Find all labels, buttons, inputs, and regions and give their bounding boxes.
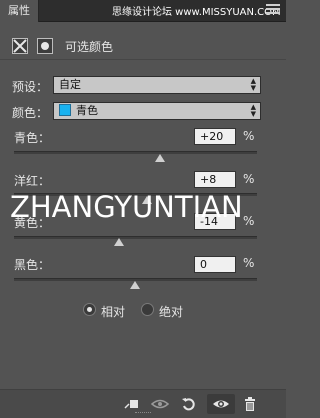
tab-properties[interactable]: 属性 bbox=[0, 0, 39, 22]
slider-label-cyan: 青色： bbox=[14, 131, 51, 145]
adjustment-header: 可选颜色 bbox=[0, 30, 286, 60]
cyan-percent: % bbox=[243, 129, 255, 143]
adjustment-title: 可选颜色 bbox=[65, 40, 114, 54]
view-previous-icon[interactable] bbox=[150, 396, 170, 412]
yellow-slider-thumb[interactable] bbox=[114, 238, 124, 246]
black-percent: % bbox=[243, 256, 255, 270]
colors-value: 青色 bbox=[76, 104, 98, 117]
clip-to-layer-icon[interactable] bbox=[124, 396, 140, 412]
selective-color-icon bbox=[12, 38, 28, 54]
preset-value: 自定 bbox=[59, 78, 81, 91]
magenta-value-input[interactable]: +8 bbox=[194, 171, 236, 188]
relative-label: 相对 bbox=[101, 305, 126, 319]
reset-icon[interactable] bbox=[181, 396, 197, 412]
slider-label-magenta: 洋红： bbox=[14, 174, 51, 188]
colors-dropdown[interactable]: 青色 ▲ ▼ bbox=[53, 102, 261, 120]
dropdown-arrows-icon: ▲ ▼ bbox=[250, 103, 256, 118]
black-slider-thumb[interactable] bbox=[130, 281, 140, 289]
resize-grip[interactable] bbox=[135, 412, 151, 416]
colors-label: 颜色： bbox=[12, 106, 49, 120]
cyan-slider-track[interactable] bbox=[14, 151, 257, 154]
yellow-percent: % bbox=[243, 214, 255, 228]
magenta-percent: % bbox=[243, 172, 255, 186]
watermark-top: 思缘设计论坛 www.MISSYUAN.COM bbox=[112, 7, 281, 18]
relative-radio[interactable] bbox=[83, 303, 96, 316]
absolute-label: 绝对 bbox=[159, 305, 184, 319]
absolute-radio[interactable] bbox=[141, 303, 154, 316]
panel-tab-bar: 属性 思缘设计论坛 www.MISSYUAN.COM bbox=[0, 0, 286, 22]
yellow-slider-track[interactable] bbox=[14, 236, 257, 239]
cyan-slider-thumb[interactable] bbox=[155, 154, 165, 162]
dropdown-arrows-icon: ▲ ▼ bbox=[250, 77, 256, 92]
panel-menu-icon[interactable] bbox=[266, 4, 280, 18]
layer-mask-icon[interactable] bbox=[37, 38, 53, 54]
trash-icon[interactable] bbox=[242, 396, 258, 412]
watermark-overlay: ZHANGYUNTIAN bbox=[10, 190, 243, 224]
black-value-input[interactable]: 0 bbox=[194, 256, 236, 273]
visibility-eye-icon[interactable] bbox=[207, 394, 235, 414]
preset-label: 预设： bbox=[12, 80, 49, 94]
cyan-value-input[interactable]: +20 bbox=[194, 128, 236, 145]
color-swatch bbox=[59, 104, 71, 116]
slider-label-black: 黑色： bbox=[14, 258, 51, 272]
preset-dropdown[interactable]: 自定 ▲ ▼ bbox=[53, 76, 261, 94]
